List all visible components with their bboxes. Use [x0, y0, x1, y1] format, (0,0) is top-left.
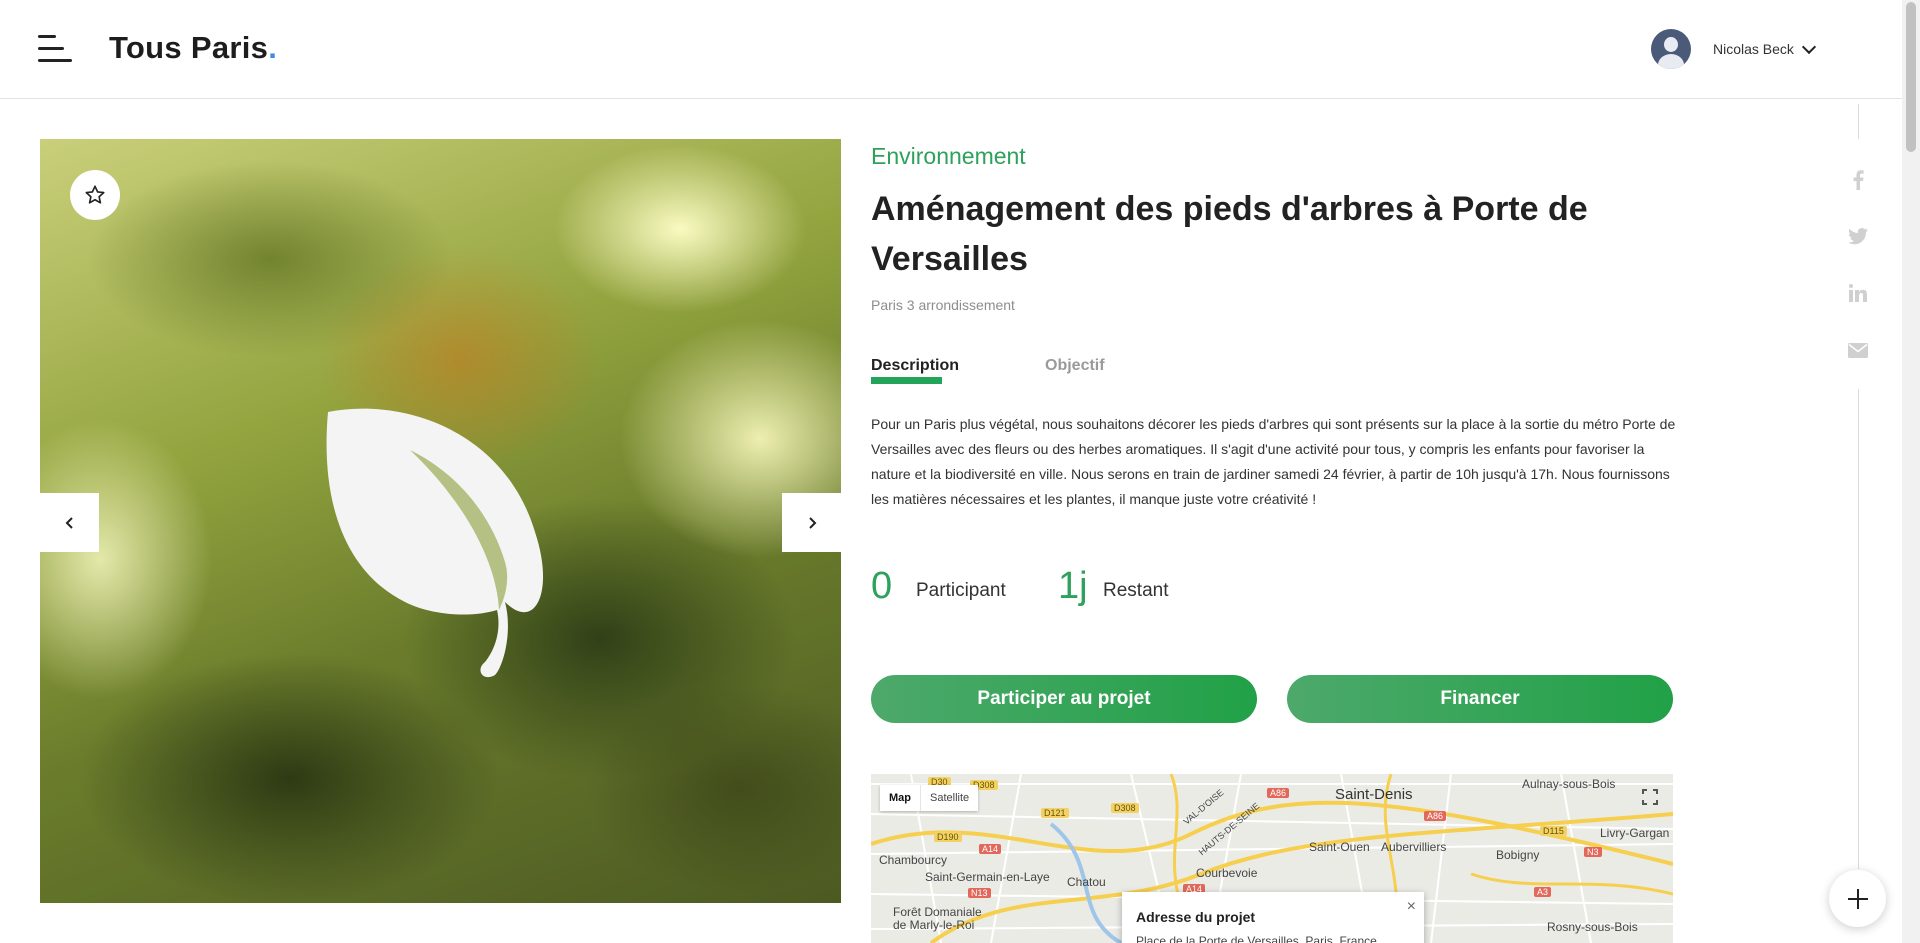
user-name: Nicolas Beck [1713, 41, 1794, 57]
star-outline-icon [85, 185, 105, 204]
participant-label: Participant [916, 580, 1006, 601]
project-map[interactable]: Saint-Denis Aulnay-sous-Bois Livry-Garga… [871, 774, 1673, 943]
road-number-tag: N13 [968, 888, 991, 898]
map-type-map-button[interactable]: Map [880, 785, 920, 811]
road-number-tag: A3 [1534, 887, 1552, 897]
site-logo[interactable]: Tous Paris. [109, 30, 277, 66]
map-place-label: Saint-Germain-en-Laye [925, 870, 1050, 884]
linkedin-icon[interactable] [1846, 281, 1870, 305]
road-number-tag: A86 [1424, 811, 1447, 821]
road-number-tag: N3 [1584, 847, 1602, 857]
twitter-icon[interactable] [1846, 224, 1870, 248]
page-scrollbar[interactable] [1902, 0, 1920, 943]
hamburger-menu-icon[interactable] [38, 33, 72, 65]
participate-button[interactable]: Participer au projet [871, 675, 1257, 723]
leaf-icon [326, 408, 544, 678]
map-info-window: Adresse du projet Place de la Porte de V… [1122, 892, 1424, 943]
active-tab-indicator [871, 377, 942, 384]
map-place-label: Courbevoie [1196, 866, 1258, 880]
project-image-carousel [40, 139, 841, 903]
road-number-tag: D190 [934, 832, 962, 842]
participant-count: 0 [871, 565, 893, 607]
fullscreen-icon[interactable] [1637, 784, 1663, 810]
road-number-tag: A14 [979, 844, 1002, 854]
remaining-days: 1j [1058, 565, 1088, 607]
map-place-label: Chatou [1067, 875, 1106, 889]
add-button[interactable] [1829, 870, 1886, 927]
finance-button[interactable]: Financer [1287, 675, 1673, 723]
sidebar-divider [1858, 389, 1859, 869]
map-place-label: Aulnay-sous-Bois [1522, 777, 1616, 791]
scrollbar-thumb[interactable] [1906, 2, 1916, 152]
carousel-prev-button[interactable] [40, 493, 99, 552]
close-icon[interactable]: × [1407, 898, 1416, 916]
user-menu[interactable]: Nicolas Beck [1651, 29, 1816, 69]
carousel-next-button[interactable] [782, 493, 841, 552]
chevron-left-icon [65, 516, 73, 529]
map-place-label: Aubervilliers [1381, 840, 1447, 854]
avatar [1651, 29, 1691, 69]
road-number-tag: D308 [1111, 803, 1139, 813]
sidebar-divider [1858, 104, 1859, 139]
project-location: Paris 3 arrondissement [871, 297, 1015, 313]
map-place-label: Bobigny [1496, 848, 1540, 862]
logo-dot: . [268, 30, 278, 65]
map-place-label: Saint-Denis [1335, 786, 1413, 803]
project-description: Pour un Paris plus végétal, nous souhait… [871, 416, 1676, 507]
map-place-label: Forêt Domaniale de Marly-le-Roi [893, 905, 982, 932]
plus-icon [1847, 888, 1868, 909]
facebook-icon[interactable] [1846, 168, 1870, 192]
tab-objectif[interactable]: Objectif [1045, 357, 1105, 375]
project-title: Aménagement des pieds d'arbres à Porte d… [871, 190, 1588, 278]
map-type-toggle: Map Satellite [880, 785, 979, 811]
top-header: Tous Paris. Nicolas Beck [0, 0, 1902, 99]
chevron-down-icon [1801, 39, 1816, 54]
road-number-tag: D121 [1041, 808, 1069, 818]
road-number-tag: A86 [1267, 788, 1290, 798]
remaining-label: Restant [1103, 580, 1169, 601]
road-number-tag: D115 [1540, 826, 1567, 836]
favorite-button[interactable] [70, 170, 120, 220]
map-type-satellite-button[interactable]: Satellite [920, 785, 978, 811]
map-place-label: Saint-Ouen [1309, 840, 1370, 854]
info-window-address: Place de la Porte de Versailles, Paris, … [1136, 934, 1377, 943]
tab-description[interactable]: Description [871, 357, 959, 375]
map-place-label: Livry-Gargan [1600, 826, 1670, 840]
logo-text: Tous Paris [109, 30, 269, 65]
chevron-right-icon [808, 516, 816, 529]
mail-icon[interactable] [1846, 338, 1870, 362]
info-window-title: Adresse du projet [1136, 909, 1256, 925]
map-place-label: Chambourcy [879, 853, 948, 867]
project-category: Environnement [871, 143, 1026, 169]
map-place-label: Rosny-sous-Bois [1547, 920, 1638, 934]
